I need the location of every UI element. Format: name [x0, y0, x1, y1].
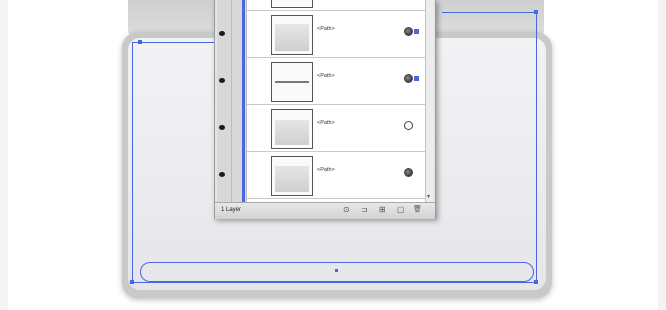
selection-handle[interactable]: [138, 40, 142, 44]
new-sublayer-icon[interactable]: ⊞: [379, 206, 386, 214]
visibility-eye-icon[interactable]: [219, 78, 225, 83]
layer-row[interactable]: <Path>: [247, 105, 425, 152]
selected-art-indicator[interactable]: [414, 76, 419, 81]
trash-icon[interactable]: 🗑: [413, 206, 422, 213]
layer-name[interactable]: <Path>: [317, 120, 335, 126]
selected-pill-path[interactable]: [140, 262, 534, 282]
layers-status-bar: 1 Layer ⊙ ⊐ ⊞ ▢ 🗑: [215, 202, 435, 219]
layer-count: 1 Layer: [221, 207, 242, 213]
visibility-eye-icon[interactable]: [219, 172, 225, 177]
selection-handle[interactable]: [130, 280, 134, 284]
selection-top-edge-right: [442, 12, 536, 13]
new-layer-icon[interactable]: ▢: [397, 206, 405, 214]
layers-panel: <Path> <Path> <Path> <Path> ▾ 1 Layer ⊙ …: [214, 0, 436, 219]
selection-right-edge: [536, 12, 537, 282]
layers-list: <Path> <Path> <Path> <Path>: [247, 0, 425, 202]
locate-object-icon[interactable]: ⊙: [343, 206, 350, 214]
layer-thumbnail: [271, 109, 313, 149]
selection-bottom-edge: [132, 282, 537, 283]
scroll-down-arrow-icon[interactable]: ▾: [427, 193, 430, 200]
selection-handle[interactable]: [534, 10, 538, 14]
layer-row[interactable]: <Path>: [247, 58, 425, 105]
selection-left-edge: [132, 42, 133, 282]
layer-row[interactable]: <Path>: [247, 152, 425, 199]
layer-thumbnail: [271, 62, 313, 102]
layer-name[interactable]: <Path>: [317, 167, 335, 173]
selected-art-indicator[interactable]: [414, 29, 419, 34]
selection-handle[interactable]: [534, 280, 538, 284]
layer-name[interactable]: <Path>: [317, 26, 335, 32]
layer-thumbnail: [271, 15, 313, 55]
clipping-mask-icon[interactable]: ⊐: [361, 206, 368, 214]
layer-thumbnail: [271, 156, 313, 196]
target-icon[interactable]: [404, 74, 413, 83]
selection-top-edge: [132, 42, 224, 43]
layer-row[interactable]: <Path>: [247, 11, 425, 58]
layer-thumbnail: [271, 0, 313, 8]
visibility-eye-icon[interactable]: [219, 31, 225, 36]
target-icon[interactable]: [404, 121, 413, 130]
path-center-point[interactable]: [335, 269, 338, 272]
layer-row-top-partial[interactable]: [247, 0, 425, 11]
layer-name[interactable]: <Path>: [317, 73, 335, 79]
target-icon[interactable]: [404, 27, 413, 36]
visibility-eye-icon[interactable]: [219, 125, 225, 130]
layer-color-bar: [242, 0, 245, 202]
target-icon[interactable]: [404, 168, 413, 177]
layers-scrollbar[interactable]: ▾: [425, 0, 434, 202]
